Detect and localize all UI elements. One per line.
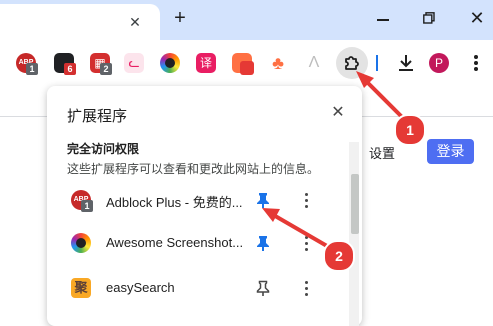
more-menu-icon[interactable]: [466, 52, 486, 74]
popup-title: 扩展程序: [67, 108, 128, 125]
extension-icon[interactable]: 6: [54, 53, 76, 75]
more-options-icon[interactable]: [297, 190, 317, 210]
new-tab-button[interactable]: +: [170, 8, 190, 28]
extension-icon[interactable]: ▦ 2: [90, 53, 112, 75]
extensions-popup: 扩展程序 ✕ 完全访问权限 这些扩展程序可以查看和更改此网站上的信息。 ABP …: [47, 86, 362, 326]
toolbar-separator: [376, 55, 378, 71]
tab-strip: ✕ + ✕: [0, 0, 493, 40]
profile-avatar[interactable]: P: [429, 53, 449, 73]
settings-link[interactable]: 设置: [369, 143, 395, 162]
more-options-icon[interactable]: [297, 278, 317, 298]
popup-close-icon[interactable]: ✕: [328, 103, 348, 123]
cat-face-icon[interactable]: ᓚ: [124, 53, 144, 73]
pin-outline-icon[interactable]: [253, 278, 273, 298]
translate-icon[interactable]: 译: [196, 53, 216, 73]
section-description: 这些扩展程序可以查看和更改此网站上的信息。: [67, 162, 320, 176]
list-item-awesome-screenshot[interactable]: Awesome Screenshot...: [47, 221, 347, 265]
extension-icon[interactable]: [232, 53, 254, 75]
browser-tab[interactable]: ✕: [0, 4, 160, 40]
minimize-icon[interactable]: [377, 19, 389, 21]
scrollbar-track[interactable]: [349, 142, 359, 326]
more-options-icon[interactable]: [297, 233, 317, 253]
list-item-easysearch[interactable]: 聚 easySearch: [47, 266, 347, 310]
adblock-plus-icon: ABP 1: [71, 190, 93, 212]
callout-marker-1: 1: [394, 114, 426, 146]
badge: 1: [26, 63, 38, 75]
badge: 1: [81, 200, 93, 212]
restore-icon[interactable]: [423, 12, 435, 24]
login-button[interactable]: 登录: [427, 139, 474, 164]
window-close-icon[interactable]: ✕: [467, 8, 487, 28]
list-item-adblock-plus[interactable]: ABP 1 Adblock Plus - 免费的...: [47, 178, 347, 222]
tab-close-icon[interactable]: ✕: [127, 14, 143, 30]
extension-name: Awesome Screenshot...: [106, 235, 244, 250]
adblock-plus-icon[interactable]: ABP 1: [16, 53, 38, 75]
extension-icon[interactable]: Λ: [304, 53, 324, 73]
browser-toolbar: ABP 1 6 ▦ 2 ᓚ 译 ♣ Λ P: [0, 40, 493, 90]
callout-marker-2: 2: [323, 240, 355, 272]
section-title: 完全访问权限: [67, 142, 140, 156]
extensions-puzzle-button[interactable]: [336, 47, 368, 79]
scrollbar-thumb[interactable]: [351, 174, 359, 234]
pin-filled-icon[interactable]: [253, 190, 273, 210]
extension-name: easySearch: [106, 280, 175, 295]
extension-name: Adblock Plus - 免费的...: [106, 195, 243, 210]
extension-icon[interactable]: ♣: [268, 53, 288, 73]
download-icon[interactable]: [394, 51, 418, 75]
badge: 6: [64, 63, 76, 75]
awesome-screenshot-icon: [71, 233, 91, 253]
pin-filled-icon[interactable]: [253, 233, 273, 253]
easysearch-icon: 聚: [71, 278, 91, 298]
puzzle-icon: [345, 56, 359, 70]
awesome-screenshot-icon[interactable]: [160, 53, 180, 73]
badge: 2: [100, 63, 112, 75]
